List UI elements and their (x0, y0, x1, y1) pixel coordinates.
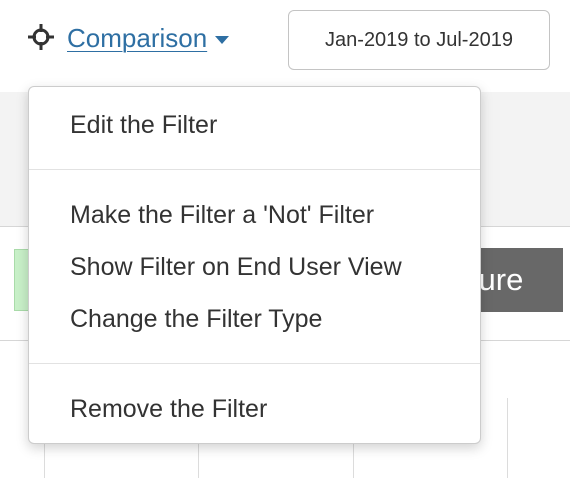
menu-item-edit-filter[interactable]: Edit the Filter (29, 110, 480, 140)
menu-divider (29, 363, 480, 364)
date-range-button[interactable]: Jan-2019 to Jul-2019 (288, 10, 550, 70)
menu-item-show-on-end-user-view[interactable]: Show Filter on End User View (29, 252, 480, 282)
caret-down-icon[interactable] (215, 36, 230, 44)
filter-dropdown-toggle[interactable]: Comparison (67, 20, 230, 56)
table-column-divider (353, 440, 354, 478)
filter-name-link[interactable]: Comparison (67, 23, 207, 54)
menu-item-remove-filter[interactable]: Remove the Filter (29, 394, 480, 424)
date-range-label: Jan-2019 to Jul-2019 (325, 28, 513, 51)
table-column-divider (507, 398, 508, 478)
crosshair-icon[interactable] (26, 22, 56, 52)
menu-item-change-filter-type[interactable]: Change the Filter Type (29, 304, 480, 334)
filter-options-menu: Edit the Filter Make the Filter a 'Not' … (28, 86, 481, 444)
table-column-divider (44, 440, 45, 478)
table-column-divider (198, 440, 199, 478)
menu-divider (29, 169, 480, 170)
menu-item-make-not-filter[interactable]: Make the Filter a 'Not' Filter (29, 200, 480, 230)
